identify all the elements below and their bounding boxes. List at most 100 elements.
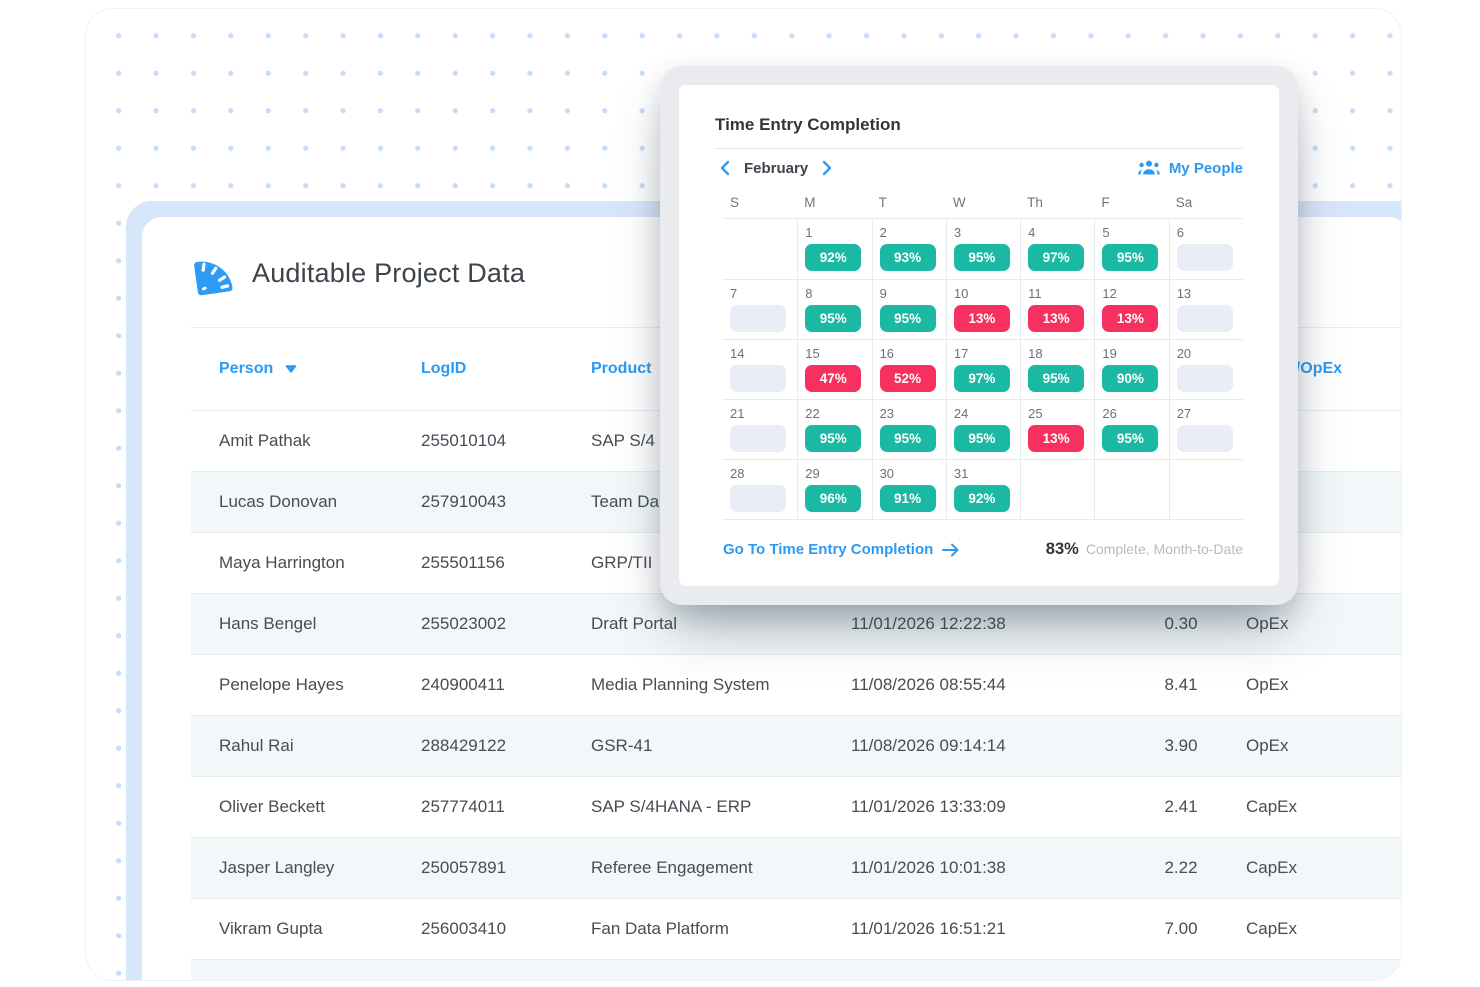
calendar-day-17: 1797% (946, 339, 1020, 399)
month-navigation: February My People (715, 149, 1243, 187)
my-people-label: My People (1169, 160, 1243, 177)
day-completion-pill[interactable]: 13% (954, 305, 1010, 332)
day-completion-pill[interactable]: 13% (1028, 425, 1084, 452)
cell-product: Draft Portal (591, 614, 851, 634)
cell-person: Vikram Gupta (191, 919, 421, 939)
calendar-day-26: 2695% (1094, 399, 1168, 459)
day-completion-pill[interactable]: 95% (1102, 244, 1158, 271)
day-completion-pill[interactable]: 95% (1028, 365, 1084, 392)
people-group-icon (1138, 159, 1160, 177)
my-people-button[interactable]: My People (1138, 159, 1243, 177)
calendar-day-7: 7 (723, 279, 797, 339)
table-row: Jasper Langley250057891Referee Engagemen… (191, 837, 1401, 898)
day-completion-pill[interactable]: 13% (1102, 305, 1158, 332)
day-empty-pill (730, 305, 786, 332)
day-completion-pill[interactable]: 95% (805, 425, 861, 452)
calendar-day-1: 192% (797, 219, 871, 279)
calendar-cell-blank (1169, 459, 1243, 519)
day-completion-pill[interactable]: 95% (880, 425, 936, 452)
previous-month-button[interactable] (715, 158, 734, 178)
day-completion-pill[interactable]: 95% (880, 305, 936, 332)
calendar-day-20: 20 (1169, 339, 1243, 399)
day-number: 15 (805, 345, 871, 362)
day-empty-pill (730, 485, 786, 512)
completion-percentage: 83% (1046, 540, 1079, 559)
day-number: 2 (880, 224, 946, 241)
day-number: 11 (1028, 285, 1094, 302)
day-completion-pill[interactable]: 90% (1102, 365, 1158, 392)
calendar-day-4: 497% (1020, 219, 1094, 279)
cell-started: 11/08/2026 18:12:01 (851, 980, 1136, 981)
calendar-day-29: 2996% (797, 459, 871, 519)
cell-hours: 2.22 (1136, 858, 1226, 878)
day-number: 14 (730, 345, 797, 362)
day-number: 1 (805, 224, 871, 241)
weekday-label: F (1094, 195, 1168, 210)
cell-hours: 4.85 (1136, 980, 1226, 981)
completion-calendar: SMTWThFSa 192%293%395%497%595%67895%995%… (715, 187, 1243, 520)
day-completion-pill[interactable]: 13% (1028, 305, 1084, 332)
calendar-day-18: 1895% (1020, 339, 1094, 399)
day-number: 12 (1102, 285, 1168, 302)
calendar-day-19: 1990% (1094, 339, 1168, 399)
modal-title: Time Entry Completion (715, 115, 1243, 135)
go-to-link-label: Go To Time Entry Completion (723, 541, 933, 558)
day-completion-pill[interactable]: 95% (954, 244, 1010, 271)
day-completion-pill[interactable]: 93% (880, 244, 936, 271)
calendar-day-24: 2495% (946, 399, 1020, 459)
calendar-day-9: 995% (872, 279, 946, 339)
cell-hours: 3.90 (1136, 736, 1226, 756)
cell-started: 11/08/2026 08:55:44 (851, 675, 1136, 695)
chevron-left-icon (719, 160, 730, 176)
day-completion-pill[interactable]: 92% (805, 244, 861, 271)
day-number: 19 (1102, 345, 1168, 362)
weekday-label: M (797, 195, 871, 210)
day-completion-pill[interactable]: 97% (954, 365, 1010, 392)
month-label: February (744, 160, 808, 177)
go-to-time-entry-completion-link[interactable]: Go To Time Entry Completion (723, 541, 959, 558)
day-completion-pill[interactable]: 97% (1028, 244, 1084, 271)
day-completion-pill[interactable]: 95% (1102, 425, 1158, 452)
cell-started: 11/01/2026 13:33:09 (851, 797, 1136, 817)
day-completion-pill[interactable]: 91% (880, 485, 936, 512)
cell-logid: 250057891 (421, 858, 591, 878)
cell-person: Hans Bengel (191, 614, 421, 634)
arrow-right-icon (942, 543, 959, 557)
day-number: 18 (1028, 345, 1094, 362)
day-completion-pill[interactable]: 96% (805, 485, 861, 512)
day-completion-pill[interactable]: 92% (954, 485, 1010, 512)
day-completion-pill[interactable]: 95% (805, 305, 861, 332)
cell-logid: 257910043 (421, 492, 591, 512)
cell-person: Sashi Jain (191, 980, 421, 981)
next-month-button[interactable] (818, 158, 837, 178)
day-number: 28 (730, 465, 797, 482)
day-completion-pill[interactable]: 52% (880, 365, 936, 392)
weekday-label: Sa (1169, 195, 1243, 210)
day-completion-pill[interactable]: 95% (954, 425, 1010, 452)
cell-hours: 0.30 (1136, 614, 1226, 634)
cell-capex: CapEx (1226, 980, 1401, 981)
column-header-person[interactable]: Person (191, 360, 421, 378)
cell-logid: 280097401 (421, 980, 591, 981)
weekday-label: Th (1020, 195, 1094, 210)
day-number: 7 (730, 285, 797, 302)
cell-logid: 255010104 (421, 431, 591, 451)
day-number: 23 (880, 405, 946, 422)
calendar-day-16: 1652% (872, 339, 946, 399)
weekday-label: S (723, 195, 797, 210)
app-logo-icon (191, 251, 237, 297)
cell-capex: CapEx (1226, 919, 1401, 939)
day-number: 6 (1177, 224, 1243, 241)
cell-capex: OpEx (1226, 614, 1401, 634)
page-title: Auditable Project Data (252, 251, 525, 289)
day-number: 26 (1102, 405, 1168, 422)
cell-hours: 7.00 (1136, 919, 1226, 939)
cell-person: Lucas Donovan (191, 492, 421, 512)
cell-person: Oliver Beckett (191, 797, 421, 817)
chevron-right-icon (822, 160, 833, 176)
cell-person: Rahul Rai (191, 736, 421, 756)
calendar-day-13: 13 (1169, 279, 1243, 339)
calendar-day-28: 28 (723, 459, 797, 519)
cell-hours: 8.41 (1136, 675, 1226, 695)
day-completion-pill[interactable]: 47% (805, 365, 861, 392)
